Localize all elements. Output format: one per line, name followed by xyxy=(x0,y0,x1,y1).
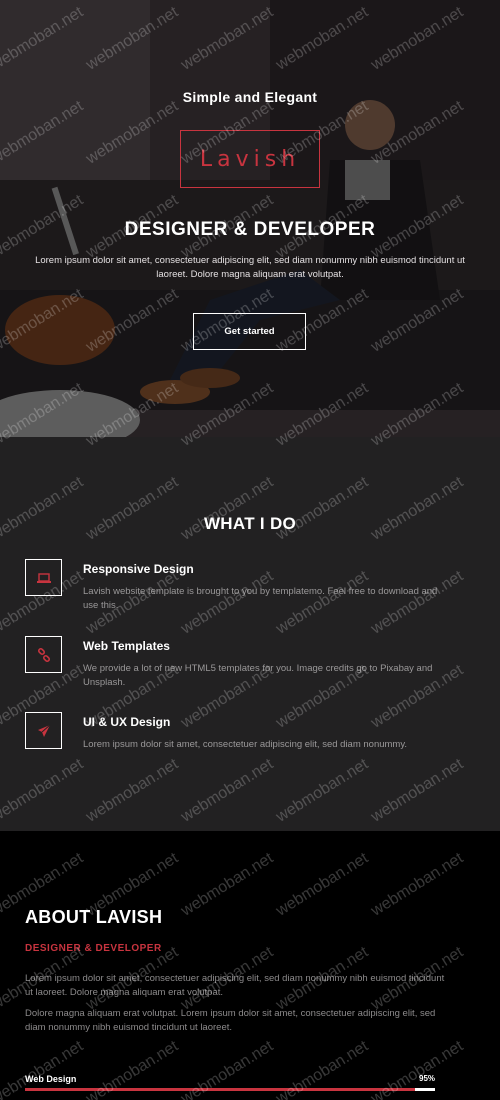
service-title: UI & UX Design xyxy=(83,715,171,729)
section-title: WHAT I DO xyxy=(203,514,297,533)
skill-progress-fill xyxy=(25,1088,415,1091)
brand-logo[interactable]: Lavish xyxy=(180,130,320,188)
hero-heading: DESIGNER & DEVELOPER xyxy=(124,219,376,240)
skill-label: Web Design xyxy=(25,1074,77,1084)
get-started-button[interactable]: Get started xyxy=(193,313,306,350)
laptop-icon xyxy=(25,559,62,596)
hero-content: Simple and Elegant Lavish DESIGNER & DEV… xyxy=(0,0,500,437)
skill-percent: 95% xyxy=(419,1074,436,1083)
hero-section: Simple and Elegant Lavish DESIGNER & DEV… xyxy=(0,0,500,437)
skill-progress-bar xyxy=(25,1088,435,1091)
about-title: ABOUT LAVISH xyxy=(25,907,163,927)
hero-description: Lorem ipsum dolor sit amet, consectetuer… xyxy=(35,255,465,280)
about-paragraph: Lorem ipsum dolor sit amet, consectetuer… xyxy=(25,973,445,998)
about-paragraph: Dolore magna aliquam erat volutpat. Lore… xyxy=(25,1008,436,1033)
services-section: WHAT I DO Responsive Design Lavish websi… xyxy=(0,437,500,831)
link-icon xyxy=(25,636,62,673)
brand-name: Lavish xyxy=(199,146,301,172)
service-description: We provide a lot of new HTML5 templates … xyxy=(83,663,433,688)
about-subtitle: DESIGNER & DEVELOPER xyxy=(25,943,162,954)
service-title: Web Templates xyxy=(83,639,170,653)
paper-plane-icon xyxy=(25,712,62,749)
hero-tagline: Simple and Elegant xyxy=(182,89,318,105)
about-section: ABOUT LAVISH DESIGNER & DEVELOPER Lorem … xyxy=(0,831,500,1100)
service-description: Lavish website template is brought to yo… xyxy=(83,586,438,611)
service-description: Lorem ipsum dolor sit amet, consectetuer… xyxy=(83,739,408,750)
service-title: Responsive Design xyxy=(83,562,194,576)
